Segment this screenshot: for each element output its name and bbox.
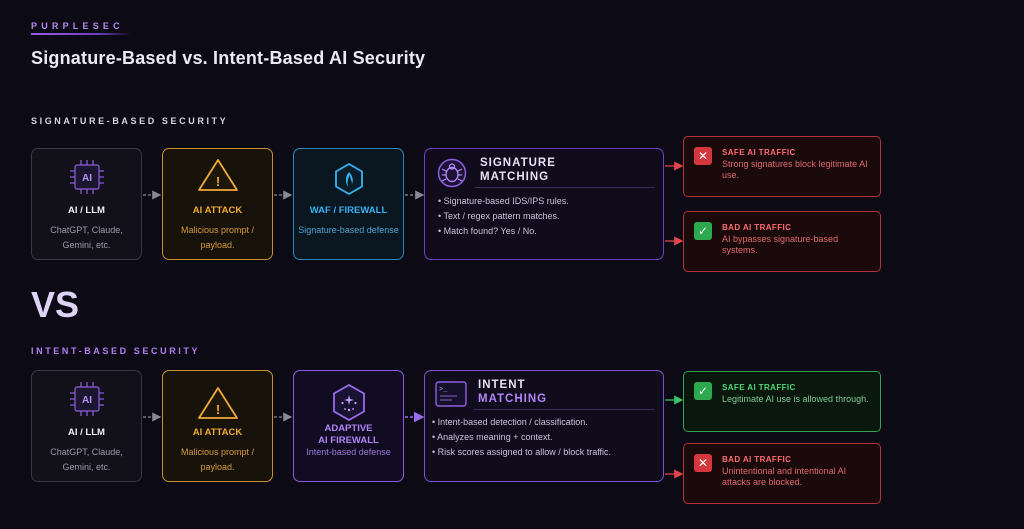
outcome-title: BAD AI TRAFFIC xyxy=(722,223,792,232)
intent-bullet: • Analyzes meaning + context. xyxy=(432,432,553,442)
ai-card-subtitle: ChatGPT, Claude, Gemini, etc. xyxy=(50,225,123,250)
ai-card-title: AI / LLM xyxy=(68,205,105,216)
outcome-title: SAFE AI TRAFFIC xyxy=(722,148,796,157)
sig-safe-traffic-outcome: ✕ SAFE AI TRAFFIC Strong signatures bloc… xyxy=(683,136,881,197)
intent-matching-bullets: • Intent-based detection / classificatio… xyxy=(432,415,611,460)
sig-matching-title-1: SIGNATURE xyxy=(480,157,556,169)
attack-card-subtitle: Malicious prompt / payload. xyxy=(180,447,255,472)
warning-mark: ! xyxy=(215,402,219,417)
ai-card-title: AI / LLM xyxy=(68,427,105,438)
warning-triangle-icon: ! xyxy=(197,387,238,419)
intent-matching-divider xyxy=(473,409,655,410)
outcome-title: BAD AI TRAFFIC xyxy=(722,455,792,464)
check-icon: ✓ xyxy=(694,222,712,240)
bug-icon xyxy=(437,158,467,188)
chip-icon: AI xyxy=(69,160,104,194)
intent-ai-attack-card: ! AI ATTACK Malicious prompt / payload. xyxy=(162,370,273,482)
terminal-icon: >_ xyxy=(435,381,467,407)
waf-card-title: WAF / FIREWALL xyxy=(309,205,388,216)
signature-matching-panel: SIGNATURE MATCHING • Signature-based IDS… xyxy=(424,148,664,260)
waf-firewall-card: WAF / FIREWALL Signature-based defense xyxy=(293,148,404,260)
x-icon: ✕ xyxy=(694,147,712,165)
chip-text: AI xyxy=(82,395,92,406)
intent-matching-panel: >_ INTENT MATCHING • Intent-based detect… xyxy=(424,370,664,482)
sig-bullet: • Text / regex pattern matches. xyxy=(438,211,560,221)
outcome-desc: Legitimate AI use is allowed through. xyxy=(722,394,869,404)
adaptive-card-subtitle: Intent-based defense xyxy=(306,447,391,457)
attack-card-title: AI ATTACK xyxy=(192,205,243,216)
svg-text:>_: >_ xyxy=(439,386,448,394)
adaptive-card-title-1: ADAPTIVE xyxy=(324,423,373,434)
intent-ai-llm-card: AI AI / LLM ChatGPT, Claude, Gemini, etc… xyxy=(31,370,142,482)
sig-bullet: • Match found? Yes / No. xyxy=(438,226,537,236)
intent-bullet: • Intent-based detection / classificatio… xyxy=(432,417,588,427)
intent-safe-traffic-outcome: ✓ SAFE AI TRAFFIC Legitimate AI use is a… xyxy=(683,371,881,432)
attack-card-title: AI ATTACK xyxy=(192,427,243,438)
warning-mark: ! xyxy=(215,174,219,189)
outcome-desc: AI bypasses signature-based systems. xyxy=(722,234,839,255)
outcome-desc: Unintentional and intentional AI attacks… xyxy=(722,466,847,487)
sig-matching-title-2: MATCHING xyxy=(480,171,550,183)
chip-text: AI xyxy=(82,173,92,184)
check-icon: ✓ xyxy=(694,382,712,400)
outcome-title: SAFE AI TRAFFIC xyxy=(722,383,796,392)
chip-icon: AI xyxy=(69,382,104,416)
shield-hexagon-icon xyxy=(334,162,363,196)
sig-bullet: • Signature-based IDS/IPS rules. xyxy=(438,196,569,206)
sparkle-hexagon-icon xyxy=(332,383,365,422)
ai-card-subtitle: ChatGPT, Claude, Gemini, etc. xyxy=(50,447,123,472)
warning-triangle-icon: ! xyxy=(197,159,238,191)
intent-matching-title-1: INTENT xyxy=(478,379,526,391)
x-icon: ✕ xyxy=(694,454,712,472)
sig-matching-divider xyxy=(475,187,655,188)
intent-bullet: • Risk scores assigned to allow / block … xyxy=(432,447,612,457)
sig-ai-llm-card: AI AI / LLM ChatGPT, Claude, Gemini, etc… xyxy=(31,148,142,260)
intent-matching-title-2: MATCHING xyxy=(478,393,548,405)
adaptive-firewall-card: ADAPTIVE AI FIREWALL Intent-based defens… xyxy=(293,370,404,482)
sig-bad-traffic-outcome: ✓ BAD AI TRAFFIC AI bypasses signature-b… xyxy=(683,211,881,272)
attack-card-subtitle: Malicious prompt / payload. xyxy=(180,225,255,250)
sig-ai-attack-card: ! AI ATTACK Malicious prompt / payload. xyxy=(162,148,273,260)
intent-bad-traffic-outcome: ✕ BAD AI TRAFFIC Unintentional and inten… xyxy=(683,443,881,504)
sig-matching-bullets: • Signature-based IDS/IPS rules. • Text … xyxy=(438,194,569,239)
waf-card-subtitle: Signature-based defense xyxy=(298,225,399,235)
outcome-desc: Strong signatures block legitimate AI us… xyxy=(722,159,868,180)
